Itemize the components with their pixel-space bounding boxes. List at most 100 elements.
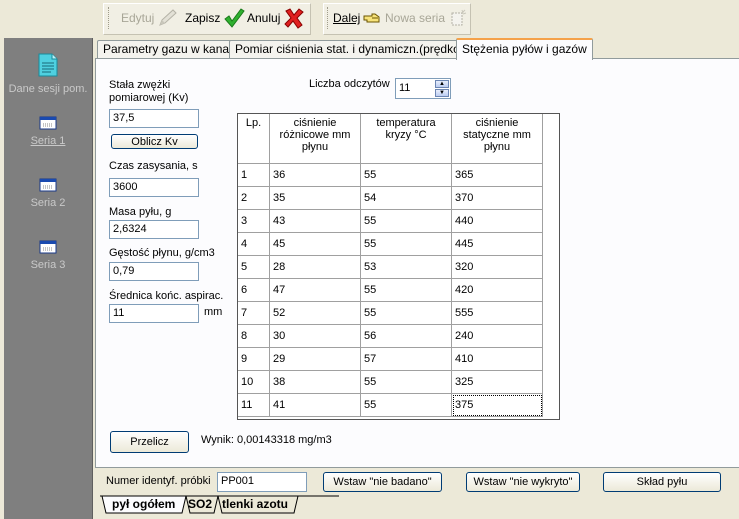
table-cell[interactable]: 320: [452, 256, 543, 279]
insert-not-detected-button[interactable]: Wstaw "nie wykryto": [466, 472, 580, 492]
window-icon: [39, 240, 57, 254]
table-cell[interactable]: 240: [452, 325, 543, 348]
bottom-tab-total-dust[interactable]: pył ogółem: [106, 495, 181, 513]
table-cell[interactable]: 555: [452, 302, 543, 325]
table-cell[interactable]: 45: [270, 233, 361, 256]
calc-kv-button[interactable]: Oblicz Kv: [111, 134, 198, 149]
table-cell[interactable]: 55: [361, 279, 452, 302]
table-cell[interactable]: 52: [270, 302, 361, 325]
table-cell[interactable]: 56: [361, 325, 452, 348]
edit-button-label: Edytuj: [121, 11, 155, 25]
sample-id-label: Numer identyf. próbki: [106, 475, 211, 487]
recalculate-button[interactable]: Przelicz: [110, 431, 189, 453]
cancel-button-label: Anuluj: [247, 11, 281, 25]
table-cell[interactable]: 55: [361, 164, 452, 187]
tip-diameter-input[interactable]: 11: [109, 304, 199, 323]
table-cell[interactable]: 440: [452, 210, 543, 233]
toolbar: Edytuj Zapisz Anuluj Dalej Nowa seria: [0, 0, 739, 38]
spin-up-button[interactable]: ▲: [435, 80, 449, 88]
kv-input[interactable]: 37,5: [109, 109, 199, 128]
table-cell[interactable]: 365: [452, 164, 543, 187]
toolbar-grip[interactable]: [327, 7, 330, 29]
tab-label: Stężenia pyłów i gazów: [462, 42, 587, 56]
row-number-cell: 4: [238, 233, 270, 256]
kv-label: Stała zwężki pomiarowej (Kv): [109, 79, 189, 104]
table-cell[interactable]: 30: [270, 325, 361, 348]
suction-time-input[interactable]: 3600: [109, 178, 199, 197]
bottom-tab-nitrogen-oxides[interactable]: tlenki azotu: [216, 495, 294, 513]
insert-not-tested-button[interactable]: Wstaw "nie badano": [323, 472, 442, 492]
window-icon: [39, 116, 57, 130]
tab-pressure-measurement[interactable]: Pomiar ciśnienia stat. i dynamiczn.(pręd…: [229, 40, 485, 58]
sidebar-item-label: Dane sesji pom.: [8, 83, 88, 95]
sidebar-item-series-2[interactable]: Seria 2: [4, 178, 92, 209]
pointing-hand-icon: [363, 13, 380, 23]
column-header: Lp.: [238, 114, 270, 164]
dust-mass-input[interactable]: 2,6324: [109, 220, 199, 239]
checkmark-icon: [224, 8, 246, 28]
toolbar-grip[interactable]: [108, 7, 111, 29]
table-cell[interactable]: 325: [452, 371, 543, 394]
tab-dust-gas-concentrations[interactable]: Stężenia pyłów i gazów: [456, 38, 593, 60]
table-cell[interactable]: 36: [270, 164, 361, 187]
dust-mass-label: Masa pyłu, g: [109, 206, 172, 218]
table-cell[interactable]: 55: [361, 233, 452, 256]
spin-down-button[interactable]: ▼: [435, 89, 449, 97]
document-icon: [38, 53, 58, 77]
readings-label: Liczba odczytów: [309, 78, 390, 90]
next-button-label: Dalej: [333, 11, 361, 25]
tab-label: Parametry gazu w kanale: [103, 42, 239, 56]
table-cell[interactable]: 420: [452, 279, 543, 302]
table-cell[interactable]: 55: [361, 302, 452, 325]
table-cell[interactable]: 53: [361, 256, 452, 279]
table-cell[interactable]: 445: [452, 233, 543, 256]
edit-button[interactable]: Edytuj: [121, 5, 179, 31]
dust-composition-button[interactable]: Skład pyłu: [603, 472, 721, 492]
readings-spinner[interactable]: 11 ▲ ▼: [395, 78, 451, 99]
table-cell[interactable]: 370: [452, 187, 543, 210]
bottom-tab-so2[interactable]: SO2: [182, 495, 218, 513]
readings-value: 11: [399, 82, 411, 94]
table-cell[interactable]: 28: [270, 256, 361, 279]
table-cell[interactable]: 55: [361, 371, 452, 394]
table-cell[interactable]: 43: [270, 210, 361, 233]
row-number-cell: 3: [238, 210, 270, 233]
table-cell[interactable]: 38: [270, 371, 361, 394]
table-cell[interactable]: 410: [452, 348, 543, 371]
sidebar-item-series-1[interactable]: Seria 1: [4, 116, 92, 147]
table-cell[interactable]: 35: [270, 187, 361, 210]
next-button[interactable]: Dalej: [333, 5, 381, 31]
window-icon: [39, 178, 57, 192]
tip-diameter-unit: mm: [204, 306, 223, 318]
new-series-button-label: Nowa seria: [385, 11, 446, 25]
row-number-cell: 6: [238, 279, 270, 302]
sample-id-input[interactable]: PP001: [217, 472, 307, 492]
table-cell[interactable]: 55: [361, 210, 452, 233]
tip-diameter-label: Średnica końc. aspirac.: [109, 290, 224, 302]
red-x-icon: [284, 8, 305, 29]
cancel-button[interactable]: Anuluj: [247, 5, 305, 31]
row-number-cell: 10: [238, 371, 270, 394]
row-number-cell: 5: [238, 256, 270, 279]
save-button-label: Zapisz: [185, 11, 221, 25]
save-button[interactable]: Zapisz: [185, 5, 246, 31]
row-number-cell: 2: [238, 187, 270, 210]
new-series-button[interactable]: Nowa seria: [385, 5, 468, 31]
new-document-icon: [451, 9, 467, 26]
table-cell[interactable]: 41: [270, 394, 361, 417]
tab-gas-parameters[interactable]: Parametry gazu w kanale: [97, 40, 245, 58]
session-sidebar: Dane sesji pom. Seria 1 Seria 2 Seria 3: [4, 38, 93, 519]
density-input[interactable]: 0,79: [109, 262, 199, 281]
table-cell[interactable]: 54: [361, 187, 452, 210]
readings-table: Lp. ciśnienie różnicowe mm płynu temperatu…: [237, 113, 560, 420]
table-cell[interactable]: 55: [361, 394, 452, 417]
table-cell[interactable]: 29: [270, 348, 361, 371]
sidebar-item-label: Seria 1: [30, 135, 66, 147]
table-cell[interactable]: 375: [452, 394, 543, 417]
table-cell[interactable]: 47: [270, 279, 361, 302]
sidebar-item-series-3[interactable]: Seria 3: [4, 240, 92, 271]
suction-time-label: Czas zasysania, s: [109, 160, 198, 172]
sidebar-item-session-data[interactable]: Dane sesji pom.: [4, 52, 92, 95]
table-cell[interactable]: 57: [361, 348, 452, 371]
row-number-cell: 1: [238, 164, 270, 187]
